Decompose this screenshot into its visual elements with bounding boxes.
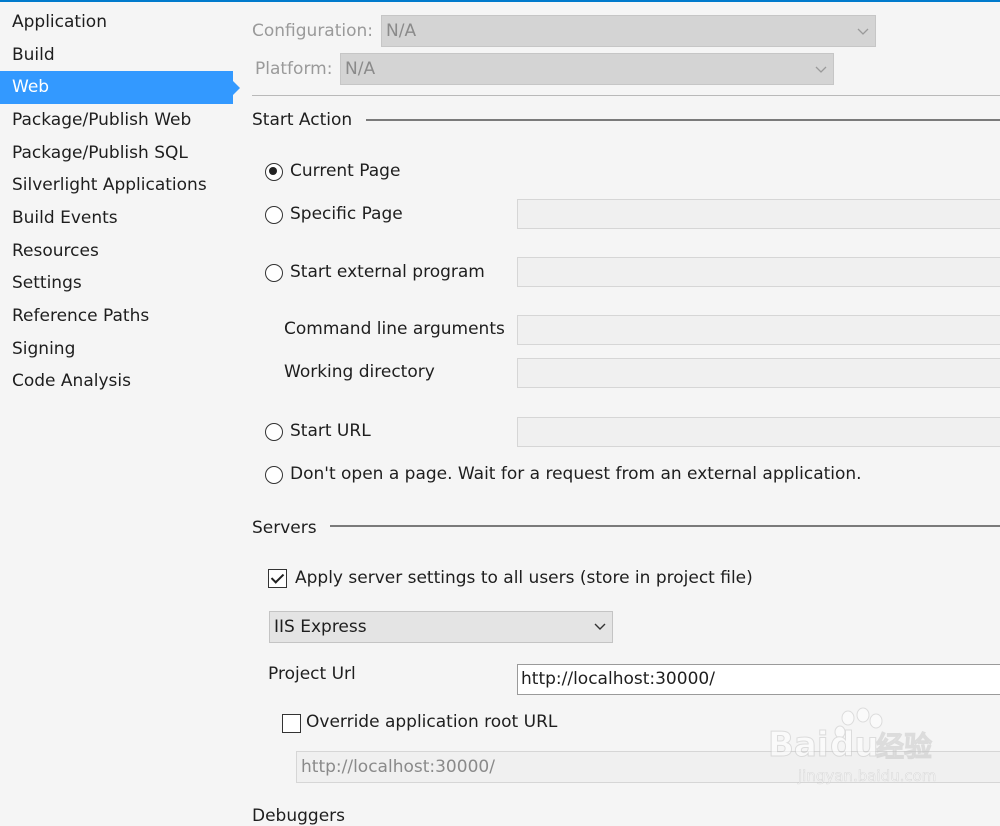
working-directory-input[interactable]: [517, 358, 1000, 388]
apply-server-settings-label[interactable]: Apply server settings to all users (stor…: [295, 568, 753, 588]
override-root-url-checkbox[interactable]: [282, 714, 301, 733]
sidebar-item-application[interactable]: Application: [0, 6, 233, 39]
svg-text:jingyan.baidu.com: jingyan.baidu.com: [797, 767, 936, 785]
server-type-value: IIS Express: [274, 617, 367, 637]
server-type-dropdown[interactable]: IIS Express: [269, 611, 613, 643]
override-root-url-label[interactable]: Override application root URL: [306, 712, 557, 732]
sidebar-item-web[interactable]: Web: [0, 71, 240, 104]
start-url-label[interactable]: Start URL: [290, 421, 371, 441]
baidu-jingyan-watermark: Bai du 经验 jingyan.baidu.com: [768, 706, 958, 786]
sidebar-item-package-publish-sql[interactable]: Package/Publish SQL: [0, 137, 233, 170]
apply-server-settings-checkbox[interactable]: [268, 569, 287, 588]
svg-text:Bai: Bai: [768, 725, 829, 765]
start-url-input[interactable]: [517, 417, 1000, 447]
configuration-label: Configuration:: [252, 21, 374, 41]
sidebar-item-reference-paths[interactable]: Reference Paths: [0, 300, 233, 333]
dont-open-page-label[interactable]: Don't open a page. Wait for a request fr…: [290, 464, 862, 484]
external-program-input[interactable]: [517, 257, 1000, 287]
servers-rule: [330, 525, 1000, 527]
sidebar-item-resources[interactable]: Resources: [0, 235, 233, 268]
specific-page-input[interactable]: [517, 199, 1000, 229]
svg-text:du: du: [830, 725, 879, 765]
current-page-label[interactable]: Current Page: [290, 161, 400, 181]
platform-label: Platform:: [255, 59, 333, 79]
project-url-input[interactable]: http://localhost:30000/: [517, 664, 1000, 695]
command-line-arguments-input[interactable]: [517, 315, 1000, 345]
baidu-paw-logo: Bai du 经验 jingyan.baidu.com: [768, 707, 937, 785]
web-properties-panel: Configuration: N/A Platform: N/A Start A…: [241, 2, 1000, 826]
platform-dropdown[interactable]: N/A: [340, 53, 834, 85]
sidebar-item-package-publish-web[interactable]: Package/Publish Web: [0, 104, 233, 137]
sidebar-item-silverlight-applications[interactable]: Silverlight Applications: [0, 169, 233, 202]
chevron-down-icon: [857, 28, 869, 35]
start-external-program-radio[interactable]: [265, 264, 283, 282]
svg-text:经验: 经验: [876, 730, 932, 763]
project-url-label: Project Url: [268, 664, 356, 684]
start-url-radio[interactable]: [265, 423, 283, 441]
current-page-radio[interactable]: [265, 163, 283, 181]
platform-value: N/A: [345, 59, 376, 79]
specific-page-radio[interactable]: [265, 206, 283, 224]
specific-page-label[interactable]: Specific Page: [290, 204, 403, 224]
start-external-program-label[interactable]: Start external program: [290, 262, 485, 282]
chevron-down-icon: [594, 623, 606, 630]
working-directory-label: Working directory: [284, 362, 435, 382]
property-pages-sidebar: Application Build Web Package/Publish We…: [0, 2, 241, 814]
sidebar-item-settings[interactable]: Settings: [0, 267, 233, 300]
sidebar-item-signing[interactable]: Signing: [0, 333, 233, 366]
sidebar-item-code-analysis[interactable]: Code Analysis: [0, 365, 233, 398]
start-action-heading: Start Action: [252, 110, 353, 130]
sidebar-item-build-events[interactable]: Build Events: [0, 202, 233, 235]
start-action-rule: [366, 119, 1000, 121]
dont-open-page-radio[interactable]: [265, 466, 283, 484]
configuration-value: N/A: [386, 21, 417, 41]
chevron-down-icon: [815, 66, 827, 73]
header-divider: [252, 95, 1000, 96]
command-line-arguments-label: Command line arguments: [284, 319, 505, 339]
debuggers-heading: Debuggers: [252, 806, 346, 826]
servers-heading: Servers: [252, 518, 317, 538]
sidebar-item-build[interactable]: Build: [0, 39, 233, 72]
configuration-dropdown[interactable]: N/A: [381, 15, 876, 47]
